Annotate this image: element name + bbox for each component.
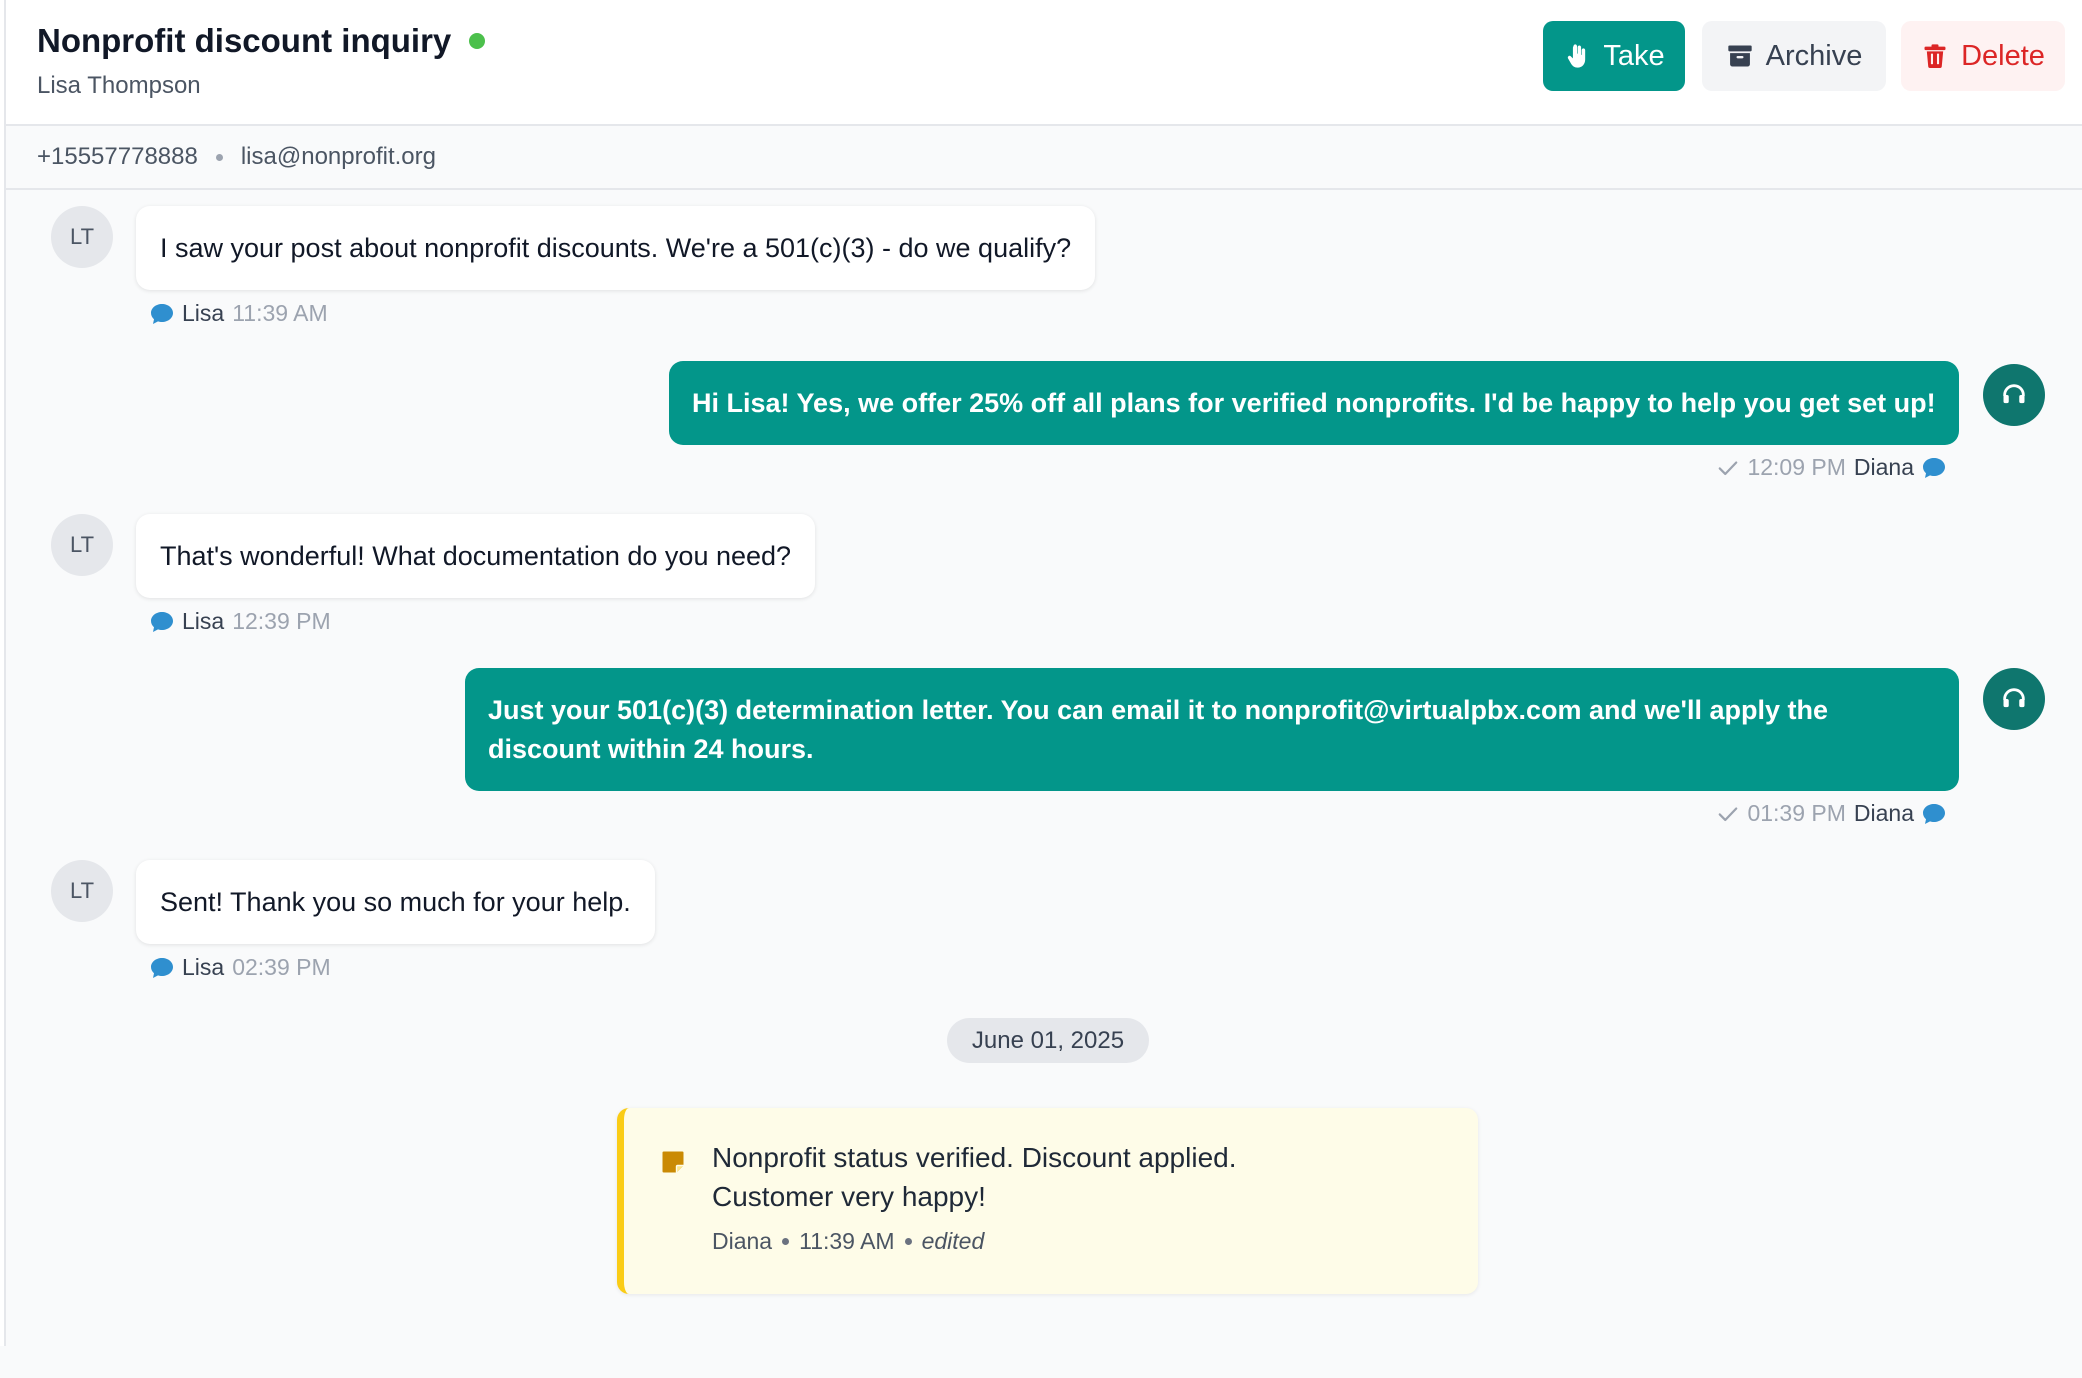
online-status-dot [469, 33, 486, 49]
sender-name: Lisa [182, 954, 225, 980]
headset-icon [2003, 688, 2025, 708]
separator-dot [904, 1238, 912, 1245]
contact-avatar: LT [51, 860, 113, 922]
separator-dot [215, 153, 223, 161]
archive-box-icon [1727, 45, 1752, 67]
incoming-message: Sent! Thank you so much for your help. [136, 860, 655, 944]
headset-icon [2003, 384, 2025, 404]
take-label: Take [1603, 39, 1665, 72]
message-text: Hi Lisa! Yes, we offer 25% off all plans… [692, 387, 1936, 418]
conversation-header: Nonprofit discount inquiry Lisa Thompson… [6, 0, 2082, 126]
note-author: Diana [712, 1228, 773, 1254]
date-divider: June 01, 2025 [947, 1018, 1149, 1063]
chat-bubble-icon [1923, 803, 1945, 824]
contact-avatar: LT [51, 206, 113, 268]
contact-info-bar: +15557778888 lisa@nonprofit.org [6, 126, 2082, 190]
take-button[interactable]: Take [1543, 21, 1685, 91]
note-time: 11:39 AM [799, 1228, 895, 1254]
agent-avatar [1983, 364, 2045, 426]
note-meta: Diana 11:39 AM edited [712, 1228, 984, 1255]
note-edited-label: edited [921, 1228, 985, 1254]
conversation-title: Nonprofit discount inquiry [37, 22, 452, 59]
message-meta: 12:09 PM Diana [1500, 454, 1946, 481]
conversation-view: Nonprofit discount inquiry Lisa Thompson… [0, 0, 2082, 1378]
sidebar-edge [0, 0, 6, 1346]
message-text: I saw your post about nonprofit discount… [160, 232, 1072, 263]
sender-name: Lisa [182, 608, 225, 634]
agent-avatar [1983, 668, 2045, 730]
incoming-message: I saw your post about nonprofit discount… [136, 206, 1096, 290]
message-time: 11:39 AM [232, 300, 328, 326]
note-line: Customer very happy! [712, 1181, 986, 1212]
check-icon [1719, 806, 1738, 821]
archive-label: Archive [1765, 39, 1863, 72]
check-icon [1719, 460, 1738, 475]
internal-note[interactable]: Nonprofit status verified. Discount appl… [617, 1108, 1478, 1294]
title-row: Nonprofit discount inquiry [37, 22, 486, 60]
contact-email[interactable]: lisa@nonprofit.org [241, 143, 436, 171]
chat-bubble-icon [1923, 457, 1945, 478]
message-time: 12:09 PM [1747, 454, 1846, 480]
note-text: Nonprofit status verified. Discount appl… [712, 1138, 1412, 1216]
outgoing-message: Just your 501(c)(3) determination letter… [465, 668, 1959, 791]
chat-bubble-icon [151, 611, 173, 632]
delete-label: Delete [1961, 39, 2045, 72]
trash-icon [1924, 44, 1946, 69]
message-time: 02:39 PM [232, 954, 331, 980]
sender-name: Lisa [182, 300, 225, 326]
separator-dot [782, 1238, 790, 1245]
message-meta: Lisa 02:39 PM [150, 954, 331, 981]
chat-bubble-icon [151, 957, 173, 978]
message-meta: Lisa 11:39 AM [150, 300, 328, 327]
hand-icon [1568, 44, 1586, 68]
contact-phone[interactable]: +15557778888 [37, 143, 198, 171]
message-time: 01:39 PM [1747, 800, 1846, 826]
message-text: That's wonderful! What documentation do … [160, 540, 792, 571]
message-text-line: discount within 24 hours. [488, 733, 814, 764]
incoming-message: That's wonderful! What documentation do … [136, 514, 816, 598]
sticky-note-icon [662, 1151, 684, 1173]
delete-button[interactable]: Delete [1901, 21, 2065, 91]
contact-avatar: LT [51, 514, 113, 576]
sender-name: Diana [1853, 800, 1914, 826]
message-meta: Lisa 12:39 PM [150, 608, 331, 635]
message-time: 12:39 PM [232, 608, 331, 634]
note-line: Nonprofit status verified. Discount appl… [712, 1142, 1237, 1173]
contact-name: Lisa Thompson [37, 72, 201, 99]
message-meta: 01:39 PM Diana [1500, 800, 1946, 827]
archive-button[interactable]: Archive [1702, 21, 1886, 91]
chat-bubble-icon [151, 303, 173, 324]
message-text-line: Just your 501(c)(3) determination letter… [488, 694, 1828, 725]
outgoing-message: Hi Lisa! Yes, we offer 25% off all plans… [669, 361, 1959, 445]
message-text: Sent! Thank you so much for your help. [160, 886, 631, 917]
sender-name: Diana [1853, 454, 1914, 480]
